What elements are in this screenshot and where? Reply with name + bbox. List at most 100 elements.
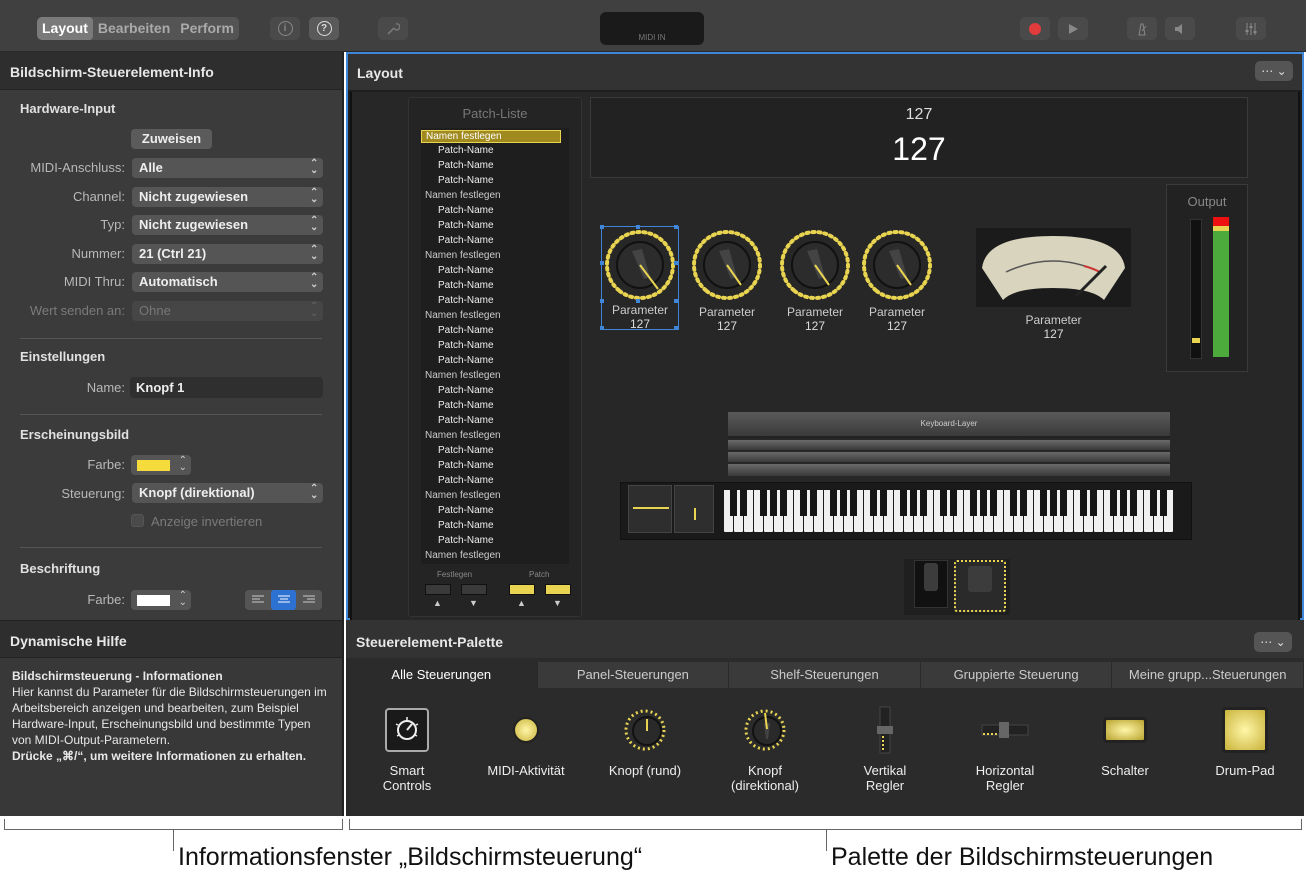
patch-item[interactable]: Patch-Name [438, 400, 494, 411]
patch-group-header[interactable]: Namen festlegen [421, 370, 561, 381]
patch-item[interactable]: Patch-Name [438, 145, 494, 156]
mode-perform[interactable]: Perform [175, 17, 239, 40]
sustain-pedal[interactable] [914, 560, 948, 608]
black-key[interactable] [850, 490, 857, 516]
play-button[interactable] [1058, 17, 1088, 40]
channel-popup[interactable]: Nicht zugewiesen ⌃ ⌄ [132, 187, 323, 207]
palette-item-switch[interactable]: Schalter [1070, 705, 1180, 778]
patch-item[interactable]: Patch-Name [438, 385, 494, 396]
name-field[interactable]: Knopf 1 [130, 377, 323, 398]
black-key[interactable] [1020, 490, 1027, 516]
output-fader[interactable] [1190, 219, 1202, 359]
knob-3[interactable]: Parameter 127 [777, 227, 853, 333]
record-button[interactable] [1020, 17, 1050, 40]
palette-item-vertical-slider[interactable]: Vertikal Regler [830, 705, 940, 793]
selection-handle[interactable] [600, 326, 604, 330]
mod-wheel[interactable] [674, 485, 714, 533]
arrow-up-icon[interactable]: ▲ [433, 598, 442, 608]
black-key[interactable] [1060, 490, 1067, 516]
black-key[interactable] [910, 490, 917, 516]
selection-handle[interactable] [674, 326, 678, 330]
layout-options-button[interactable]: ⋯ ⌄ [1255, 61, 1293, 81]
black-key[interactable] [950, 490, 957, 516]
alignment-control[interactable] [245, 590, 322, 610]
black-key[interactable] [1160, 490, 1167, 516]
info-button[interactable]: i [270, 17, 300, 40]
selection-handle[interactable] [674, 225, 678, 229]
invert-checkbox[interactable] [131, 514, 144, 527]
volume-button[interactable] [1165, 17, 1195, 40]
piano-keys[interactable] [724, 490, 1175, 532]
appearance-color-well[interactable]: ⌃ ⌄ [131, 455, 191, 475]
patch-list-panel[interactable]: Patch-Liste Namen festlegen Patch-Name Pat… [408, 97, 582, 617]
patch-group-header[interactable]: Namen festlegen [421, 190, 561, 201]
mode-selector[interactable]: Layout Bearbeiten Perform [37, 17, 239, 40]
black-key[interactable] [740, 490, 747, 516]
palette-item-horizontal-slider[interactable]: Horizontal Regler [950, 705, 1060, 793]
black-key[interactable] [1010, 490, 1017, 516]
arrow-up-icon[interactable]: ▲ [517, 598, 526, 608]
metronome-button[interactable] [1127, 17, 1157, 40]
patch-list[interactable]: Namen festlegen Patch-Name Patch-Name Patch… [421, 128, 569, 564]
patch-button-1[interactable] [509, 584, 535, 595]
selection-handle[interactable] [600, 261, 604, 265]
value-display[interactable]: 127 127 [590, 97, 1248, 178]
patch-item[interactable]: Patch-Name [438, 175, 494, 186]
tab-all-controls[interactable]: Alle Steuerungen [346, 662, 538, 688]
palette-item-drum-pad[interactable]: Drum-Pad [1190, 705, 1300, 778]
tab-panel-controls[interactable]: Panel-Steuerungen [538, 662, 730, 688]
black-key[interactable] [940, 490, 947, 516]
tab-shelf-controls[interactable]: Shelf-Steuerungen [729, 662, 921, 688]
patch-item[interactable]: Patch-Name [438, 205, 494, 216]
wrench-button[interactable] [378, 17, 408, 40]
palette-item-knob-round[interactable]: Knopf (rund) [590, 705, 700, 778]
knob-2[interactable]: Parameter 127 [689, 227, 765, 333]
patch-item[interactable]: Patch-Name [438, 265, 494, 276]
black-key[interactable] [760, 490, 767, 516]
selection-handle[interactable] [600, 299, 604, 303]
patch-item[interactable]: Patch-Name [438, 535, 494, 546]
set-button-2[interactable] [461, 584, 487, 595]
black-key[interactable] [980, 490, 987, 516]
black-key[interactable] [970, 490, 977, 516]
black-key[interactable] [1120, 490, 1127, 516]
black-key[interactable] [830, 490, 837, 516]
keyboard-layer-stack[interactable]: Keyboard-Layer [728, 412, 1170, 480]
patch-item[interactable]: Patch-Name [438, 445, 494, 456]
patch-item[interactable]: Patch-Name [438, 520, 494, 531]
pitch-wheel[interactable] [628, 485, 672, 533]
keyboard-layer[interactable]: Keyboard-Layer [728, 412, 1170, 438]
mode-edit[interactable]: Bearbeiten [93, 17, 175, 40]
output-panel[interactable]: Output [1166, 184, 1248, 372]
caption-color-well[interactable]: ⌃ ⌄ [131, 590, 191, 610]
tab-my-grouped-controls[interactable]: Meine grupp...Steuerungen [1112, 662, 1304, 688]
patch-group-header[interactable]: Namen festlegen [421, 250, 561, 261]
selection-handle[interactable] [674, 299, 678, 303]
black-key[interactable] [1130, 490, 1137, 516]
patch-button-2[interactable] [545, 584, 571, 595]
patch-item[interactable]: Patch-Name [438, 280, 494, 291]
black-key[interactable] [1050, 490, 1057, 516]
black-key[interactable] [730, 490, 737, 516]
patch-group-header[interactable]: Namen festlegen [421, 490, 561, 501]
patch-group-header[interactable]: Namen festlegen [421, 130, 561, 143]
mixer-button[interactable] [1236, 17, 1266, 40]
patch-group-header[interactable]: Namen festlegen [421, 310, 561, 321]
patch-item[interactable]: Patch-Name [438, 355, 494, 366]
arrow-down-icon[interactable]: ▼ [469, 598, 478, 608]
number-popup[interactable]: 21 (Ctrl 21) ⌃ ⌄ [132, 244, 323, 264]
black-key[interactable] [800, 490, 807, 516]
patch-item[interactable]: Patch-Name [438, 460, 494, 471]
tab-grouped-controls[interactable]: Gruppierte Steuerung [921, 662, 1113, 688]
black-key[interactable] [1150, 490, 1157, 516]
selection-handle[interactable] [600, 225, 604, 229]
patch-item[interactable]: Patch-Name [438, 220, 494, 231]
selection-handle[interactable] [636, 225, 640, 229]
midi-thru-popup[interactable]: Automatisch ⌃ ⌄ [132, 272, 323, 292]
align-left-icon[interactable] [245, 590, 271, 610]
patch-item[interactable]: Patch-Name [438, 340, 494, 351]
set-button-1[interactable] [425, 584, 451, 595]
arrow-down-icon[interactable]: ▼ [553, 598, 562, 608]
midi-port-popup[interactable]: Alle ⌃ ⌄ [132, 158, 323, 178]
align-center-icon[interactable] [270, 590, 297, 610]
